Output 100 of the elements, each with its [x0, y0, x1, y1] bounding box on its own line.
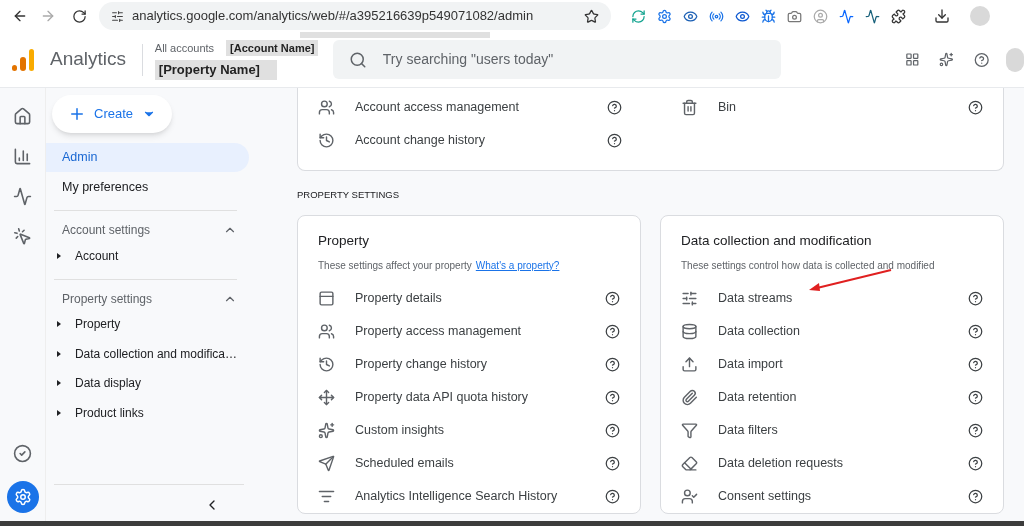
back-icon[interactable]: [12, 8, 28, 24]
settings-link[interactable]: Data deletion requests: [718, 453, 968, 473]
help-icon[interactable]: [968, 100, 983, 115]
people-icon: [318, 322, 335, 340]
help-icon[interactable]: [605, 389, 620, 405]
breadcrumb-link[interactable]: All accounts: [154, 39, 215, 56]
settings-link[interactable]: Data filters: [718, 420, 968, 440]
nav-item[interactable]: Account: [75, 246, 119, 265]
settings-link[interactable]: Account change history: [355, 131, 607, 150]
settings-link[interactable]: Property access management: [355, 321, 605, 341]
reload-icon[interactable]: [72, 8, 87, 24]
help-icon[interactable]: [605, 455, 620, 471]
card-title: Data collection and modification: [681, 232, 873, 251]
bug-extension-icon[interactable]: [761, 8, 776, 24]
help-icon[interactable]: [605, 356, 620, 372]
help-icon[interactable]: [968, 488, 983, 504]
section-heading: PROPERTY SETTINGS: [297, 188, 401, 202]
sliders-icon: [681, 289, 698, 307]
download-icon[interactable]: [934, 8, 950, 24]
settings-link[interactable]: Data import: [718, 354, 968, 374]
section-title: Account settings: [62, 222, 152, 239]
plus-icon: [68, 105, 86, 123]
address-bar[interactable]: analytics.google.com/analytics/web/#/a395216639p549071082/admin: [99, 2, 611, 30]
help-icon[interactable]: [607, 100, 622, 115]
apps-grid-icon[interactable]: [904, 50, 920, 69]
bar-chart-icon: [13, 146, 32, 166]
eye-extension-icon[interactable]: [735, 8, 750, 24]
home-icon: [13, 106, 32, 126]
help-icon[interactable]: [968, 455, 983, 471]
search-input[interactable]: Try searching "users today": [382, 49, 765, 70]
arrows-icon: [318, 388, 335, 406]
help-icon[interactable]: [968, 356, 983, 372]
nav-item[interactable]: Admin: [46, 143, 249, 172]
star-icon[interactable]: [584, 8, 599, 24]
help-icon[interactable]: [968, 389, 983, 405]
nav-item[interactable]: My preferences: [46, 173, 249, 202]
settings-link[interactable]: Account access management: [355, 98, 607, 117]
property-name-label[interactable]: [Property Name]: [154, 60, 277, 80]
triangle-icon[interactable]: [57, 252, 61, 259]
product-name: Analytics: [50, 47, 127, 72]
settings-link[interactable]: Data collection: [718, 321, 968, 341]
create-button[interactable]: Create: [52, 95, 172, 133]
settings-link[interactable]: Scheduled emails: [355, 453, 605, 473]
history-icon: [318, 355, 335, 373]
triangle-icon[interactable]: [57, 409, 61, 416]
rail-button[interactable]: [6, 481, 39, 513]
sparkle-icon: [318, 421, 335, 439]
settings-link[interactable]: Bin: [718, 98, 968, 117]
settings-link[interactable]: Property data API quota history: [355, 387, 605, 407]
gear-extension-icon[interactable]: [657, 8, 672, 24]
settings-link[interactable]: Consent settings: [718, 486, 968, 506]
pulse-extension-icon[interactable]: [865, 8, 880, 24]
help-icon[interactable]: [605, 488, 620, 504]
triangle-icon[interactable]: [57, 380, 61, 387]
nav-item[interactable]: Product links: [75, 403, 144, 422]
panel-icon: [318, 289, 335, 307]
camera-extension-icon[interactable]: [787, 8, 802, 24]
settings-link[interactable]: Data streams: [718, 288, 968, 308]
nav-item[interactable]: Data collection and modifica…: [74, 344, 237, 363]
settings-link[interactable]: Analytics Intelligence Search History: [355, 486, 605, 506]
help-icon[interactable]: [607, 133, 622, 148]
filter-icon: [681, 421, 698, 439]
url-text: analytics.google.com/analytics/web/#/a395216639p549071082/admin: [132, 7, 535, 26]
people-icon: [318, 99, 335, 116]
settings-link[interactable]: Property change history: [355, 354, 605, 374]
help-icon[interactable]: [605, 422, 620, 438]
search-field[interactable]: Try searching "users today": [332, 40, 781, 79]
help-icon[interactable]: [605, 290, 620, 306]
nav-item[interactable]: Data display: [75, 374, 142, 393]
chart-icon: [13, 186, 32, 206]
settings-link[interactable]: Property details: [355, 288, 605, 308]
account-name-label[interactable]: [Account Name]: [226, 39, 319, 56]
eye-extension-icon[interactable]: [683, 8, 698, 24]
search-icon: [348, 50, 367, 69]
help-icon[interactable]: [968, 290, 983, 306]
database-icon: [681, 322, 698, 340]
triangle-icon[interactable]: [57, 321, 61, 328]
history-icon: [318, 132, 335, 149]
card-description: These settings affect your property: [318, 258, 472, 273]
help-link[interactable]: What's a property?: [475, 257, 560, 273]
analytics-logo-icon: [12, 48, 34, 71]
nav-item[interactable]: Property: [75, 315, 121, 334]
section-title: Property settings: [62, 290, 154, 308]
help-icon[interactable]: [605, 323, 620, 339]
refresh-extension-icon[interactable]: [631, 8, 646, 24]
check-circle-icon: [13, 443, 32, 463]
search-sparkle-icon[interactable]: [939, 50, 955, 69]
eraser-icon: [681, 454, 698, 472]
card-title: Property: [318, 232, 371, 251]
paperclip-icon: [681, 388, 698, 406]
pointer-icon: [13, 226, 32, 246]
help-icon[interactable]: [968, 323, 983, 339]
triangle-icon[interactable]: [57, 350, 61, 357]
settings-link[interactable]: Custom insights: [355, 420, 605, 440]
bin-icon: [681, 99, 698, 116]
puzzle-icon[interactable]: [891, 8, 906, 24]
settings-link[interactable]: Data retention: [718, 387, 968, 407]
upload-icon: [681, 355, 698, 373]
help-icon[interactable]: [968, 422, 983, 438]
site-settings-icon[interactable]: [111, 9, 124, 23]
